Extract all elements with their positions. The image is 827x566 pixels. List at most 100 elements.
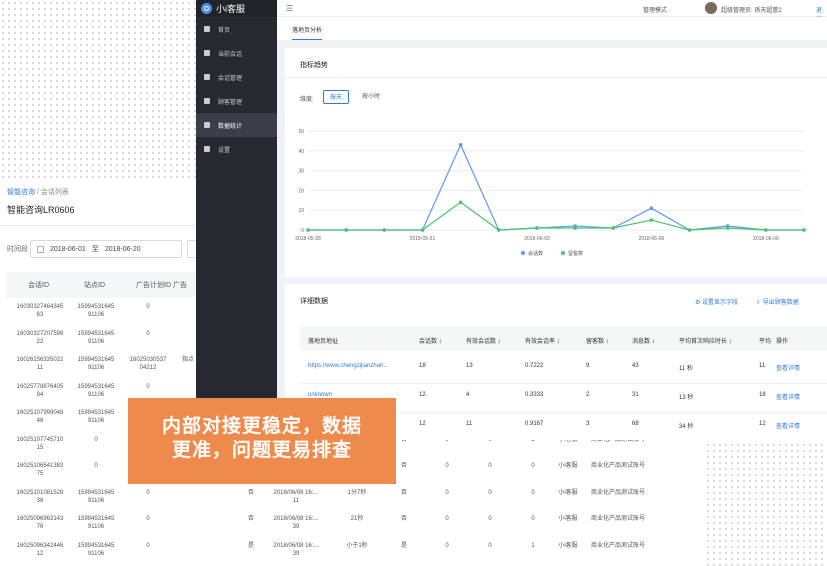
data-point xyxy=(764,228,768,232)
table-cell: 1分7秒 xyxy=(347,489,367,496)
table-cell: 15994531645 91106 xyxy=(77,489,115,504)
view-details-link[interactable]: 查看详情 xyxy=(776,363,800,372)
column-header: 有效会话率 ↕ xyxy=(525,339,560,345)
table-cell: 0 xyxy=(445,516,449,522)
column-header: 站点ID xyxy=(84,282,105,289)
detail-title: 详细数据 xyxy=(300,298,328,305)
table-cell: 0 xyxy=(488,489,492,496)
table-cell: 0 xyxy=(146,542,150,549)
sidebar-item-label: 设置 xyxy=(218,147,231,154)
sidebar-item[interactable]: 设置 xyxy=(196,137,277,161)
table-cell: 18 xyxy=(419,363,426,369)
legend-label: 会话数 xyxy=(528,250,543,257)
detail-table-header xyxy=(300,326,827,351)
table-cell: 1 xyxy=(531,542,535,549)
sidebar-item-label: 顾客管理 xyxy=(218,99,243,106)
tab-landing-analysis[interactable]: 落地页分析 xyxy=(292,25,323,40)
table-cell: 15994531645 91106 xyxy=(77,330,115,345)
table-cell: 否 xyxy=(400,463,408,469)
data-point xyxy=(496,228,501,232)
y-tick-label: 0 xyxy=(301,228,304,234)
breadcrumb-root[interactable]: 智能咨询 xyxy=(7,189,35,196)
view-details-link[interactable]: 查看详情 xyxy=(776,421,800,430)
table-cell: 否 xyxy=(247,489,255,496)
gear-icon xyxy=(204,146,210,152)
sidebar-item-label: 会话管理 xyxy=(218,75,243,82)
landing-url-link[interactable]: https://www.chengzijianzhan... xyxy=(308,363,388,369)
table-cell: 16025096342446 12 xyxy=(16,542,64,557)
sidebar-item-label: 数据统计 xyxy=(218,123,243,130)
column-header: 平均 xyxy=(759,339,772,345)
table-cell: 2018/06/08 16:... 11 xyxy=(273,489,319,504)
page-title: 智能咨询LR0606 xyxy=(7,205,75,215)
trend-card: 指标趋势 维度: 按天 按小时 0 10 20 30 40 50 2018-05-28 201… xyxy=(285,48,827,277)
table-cell: 小于1秒 xyxy=(346,542,368,549)
table-cell: 18 xyxy=(759,392,766,398)
table-cell: 0.3333 xyxy=(525,392,544,398)
menu-toggle-icon[interactable]: ☰ xyxy=(286,4,293,13)
breadcrumb-separator: / xyxy=(36,189,39,196)
sidebar-item[interactable]: 当前会话 xyxy=(196,41,277,65)
y-tick-label: 20 xyxy=(298,188,304,194)
chat-icon xyxy=(204,50,210,56)
data-point xyxy=(649,218,654,222)
user-name[interactable]: 超级管理员: 孫天超管2 xyxy=(721,5,782,14)
table-cell: 0 xyxy=(94,436,98,443)
column-header: 平均首次响应时长 ↕ xyxy=(679,339,732,345)
table-cell: 商业化产品测试账号 xyxy=(590,516,646,522)
legend-label: 留客数 xyxy=(568,250,583,257)
date-start: 2018-06-01 xyxy=(50,245,86,253)
data-point xyxy=(382,228,387,232)
table-cell: 16025107999048 46 xyxy=(16,410,64,424)
series-line-0 xyxy=(308,143,804,231)
legend-marker xyxy=(521,251,525,255)
sidebar-item[interactable]: 会话管理 xyxy=(196,65,277,89)
table-cell: 0 xyxy=(445,463,449,469)
avatar[interactable] xyxy=(705,2,717,14)
set-fields-label: 设置显示字段 xyxy=(702,300,739,306)
y-tick-label: 30 xyxy=(298,169,304,175)
legend-marker xyxy=(561,251,565,255)
column-header: 有效会话数 ↕ xyxy=(466,339,501,345)
data-point xyxy=(458,200,463,205)
promo-banner: 内部对接更稳定，数据 更准，问题更易排查 xyxy=(128,398,396,484)
x-tick-label: 2018-06-06 xyxy=(639,236,665,242)
table-cell: 是 xyxy=(247,542,255,549)
data-point xyxy=(687,228,692,232)
table-cell: 0 xyxy=(146,383,150,390)
filter-label: 时间段 xyxy=(7,246,28,253)
logo-text: 小i客服 xyxy=(216,4,245,14)
date-range-picker[interactable]: 2018-06-01 至 2018-06-20 xyxy=(30,240,182,258)
sidebar-item[interactable]: 顾客管理 xyxy=(196,89,277,113)
column-header: 广告计划ID xyxy=(136,282,171,289)
table-cell: 小i客服 xyxy=(558,542,578,549)
set-fields-link[interactable]: ⚙ 设置显示字段 xyxy=(695,297,738,306)
table-cell: 0 xyxy=(146,304,150,310)
top-bar: ☰ 管理模式 · 超级管理员: 孫天超管2 退出 xyxy=(277,0,827,23)
calendar-icon xyxy=(37,245,44,253)
table-cell: 0 xyxy=(531,489,535,496)
by-day-button[interactable]: 按天 xyxy=(323,90,350,104)
table-cell: 商业化产品测试账号 xyxy=(590,542,646,549)
table-cell: 21秒 xyxy=(350,516,364,522)
data-point xyxy=(420,228,425,232)
y-tick-label: 40 xyxy=(298,149,304,155)
table-cell: 16030327207598 22 xyxy=(16,330,64,345)
trend-title: 指标趋势 xyxy=(300,62,328,69)
y-tick-label: 10 xyxy=(298,208,304,214)
table-cell: 43 xyxy=(632,363,639,369)
sidebar-item[interactable]: 首页 xyxy=(196,17,277,41)
sidebar-item[interactable]: 数据统计 xyxy=(196,113,277,137)
data-point xyxy=(306,228,310,232)
home-icon xyxy=(204,26,210,32)
mode-select[interactable]: 管理模式 · xyxy=(643,5,671,14)
export-link[interactable]: ⇩ 导出顾客数据 xyxy=(756,297,799,306)
by-hour-button[interactable]: 按小时 xyxy=(356,90,386,104)
banner-line-2: 更准，问题更易排查 xyxy=(171,440,352,461)
x-tick-label: 2018-06-09 xyxy=(753,236,779,242)
table-cell: 12 xyxy=(419,421,426,427)
date-end: 2018-06-20 xyxy=(104,245,141,253)
table-cell: 12 xyxy=(759,421,766,427)
view-details-link[interactable]: 查看详情 xyxy=(776,392,800,401)
table-cell: 11 xyxy=(466,421,473,427)
